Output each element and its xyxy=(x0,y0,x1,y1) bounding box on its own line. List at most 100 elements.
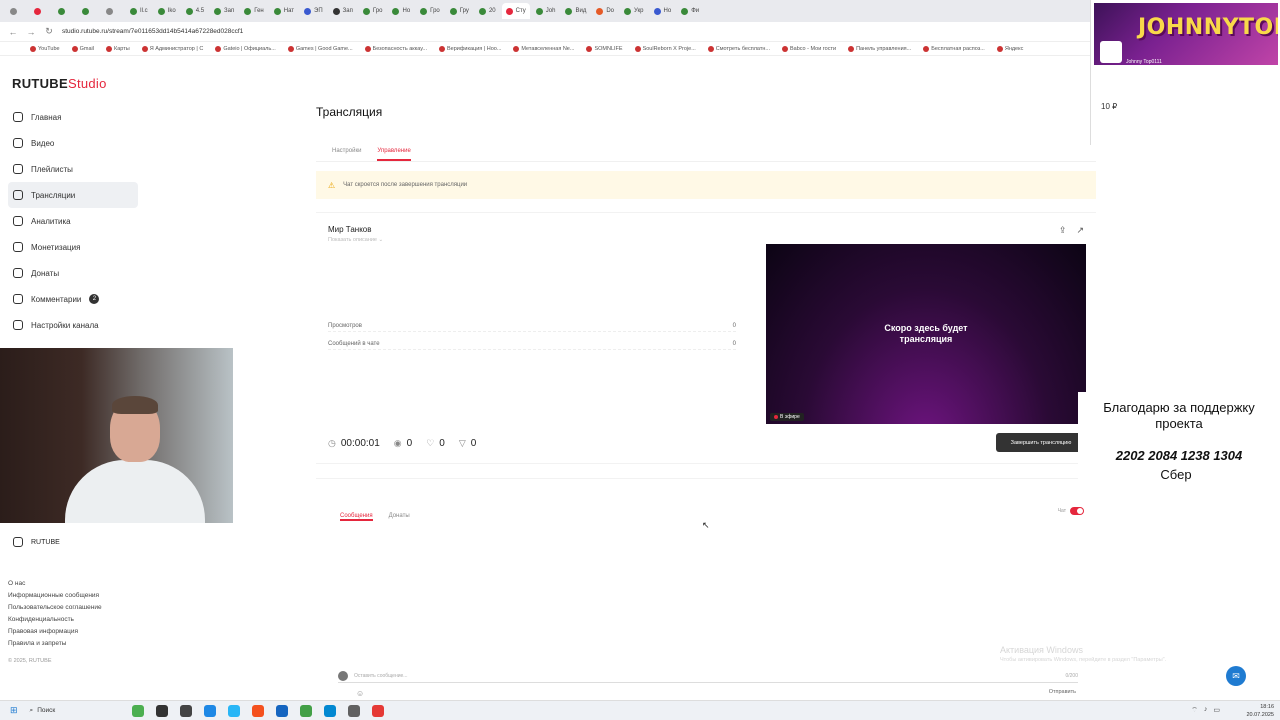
footer-link[interactable]: Информационные сообщения xyxy=(8,590,102,602)
banner-avatar xyxy=(1100,41,1122,63)
rutube-studio-logo[interactable]: RUTUBEStudio xyxy=(12,76,107,91)
share-icon[interactable]: ⇪ xyxy=(1059,225,1067,236)
browser-tab[interactable] xyxy=(54,3,76,19)
show-description-link[interactable]: Показать описание ⌄ xyxy=(328,237,383,243)
sidebar-item[interactable]: Монетизация xyxy=(8,234,138,260)
browser-tab[interactable]: 20 xyxy=(475,3,500,19)
taskbar-app-icon[interactable] xyxy=(227,704,240,717)
taskbar-app-icon[interactable] xyxy=(299,704,312,717)
browser-tab[interactable] xyxy=(6,3,28,19)
volume-icon[interactable]: ♪ xyxy=(1204,706,1208,715)
browser-tab[interactable]: Гру xyxy=(446,3,473,19)
share-actions: ⇪ ↗ xyxy=(1059,225,1084,236)
bookmark-item[interactable]: Безопасность аккау... xyxy=(364,45,427,52)
emoji-icon[interactable]: ☺ xyxy=(356,689,364,698)
windows-start-icon[interactable]: ⊞ xyxy=(10,705,18,716)
browser-tab[interactable] xyxy=(30,3,52,19)
sidebar-item[interactable]: Аналитика xyxy=(8,208,138,234)
browser-tab[interactable] xyxy=(78,3,100,19)
taskbar-app-icon[interactable] xyxy=(131,704,144,717)
bookmark-item[interactable]: Яндекс xyxy=(996,45,1023,52)
network-icon[interactable]: ⌔ xyxy=(1191,706,1198,715)
browser-tab[interactable]: Il.c xyxy=(126,3,152,19)
footer-link[interactable]: Правовая информация xyxy=(8,626,102,638)
sidebar-item[interactable]: Главная xyxy=(8,104,138,130)
footer-link[interactable]: Правила и запреты xyxy=(8,638,102,650)
bookmark-item[interactable]: SOMNLIFE xyxy=(586,45,623,52)
bookmark-item[interactable]: Gmail xyxy=(71,45,94,52)
stream-tab[interactable]: Управление xyxy=(377,142,411,161)
bookmark-item[interactable]: Я Администратор | С xyxy=(141,45,203,52)
chat-input[interactable]: Оставить сообщение... xyxy=(354,673,407,679)
browser-tab[interactable]: Фи xyxy=(677,3,703,19)
taskbar-search[interactable]: ⌕ Поиск xyxy=(30,707,120,715)
bookmark-item[interactable]: Верификация | Hoo... xyxy=(439,45,501,52)
bookmark-item[interactable]: Games | Good Game... xyxy=(287,45,353,52)
rutube-link[interactable]: RUTUBE xyxy=(13,537,60,547)
back-icon[interactable]: ← xyxy=(8,27,18,37)
taskbar-app-icon[interactable] xyxy=(251,704,264,717)
forward-icon[interactable]: → xyxy=(26,27,36,37)
browser-tab[interactable]: 4.5 xyxy=(182,3,208,19)
help-chat-button[interactable]: ✉ xyxy=(1226,666,1246,686)
sidebar-item[interactable]: Настройки канала xyxy=(8,312,138,338)
bookmark-item[interactable]: Карты xyxy=(106,45,130,52)
bookmark-item[interactable]: Бесплатная распоз... xyxy=(923,45,985,52)
browser-tab[interactable]: Зап xyxy=(329,3,357,19)
browser-tab[interactable]: ЭП xyxy=(300,3,327,19)
stream-tab[interactable]: Настройки xyxy=(332,142,361,161)
sidebar-item[interactable]: Видео xyxy=(8,130,138,156)
sidebar-item[interactable]: Комментарии 2 xyxy=(8,286,138,312)
browser-tab[interactable]: Вид xyxy=(561,3,590,19)
chat-tab[interactable]: Сообщения xyxy=(340,507,373,521)
sidebar-item[interactable]: Трансляции xyxy=(8,182,138,208)
browser-tab[interactable]: Joh xyxy=(532,3,560,19)
chat-switch[interactable] xyxy=(1070,507,1084,515)
browser-tab[interactable]: Do xyxy=(592,3,618,19)
chat-tab[interactable]: Донаты xyxy=(389,507,410,521)
browser-tab[interactable]: Зап xyxy=(210,3,238,19)
sidebar-item-label: Донаты xyxy=(31,268,60,278)
bookmark-item[interactable]: Babco - Мои гости xyxy=(782,45,836,52)
open-external-icon[interactable]: ↗ xyxy=(1076,225,1084,236)
bookmark-item[interactable]: YouTube xyxy=(30,45,60,52)
taskbar-app-icon[interactable] xyxy=(203,704,216,717)
browser-tab[interactable]: Ген xyxy=(240,3,268,19)
browser-tab[interactable]: Нат xyxy=(270,3,298,19)
card-number: 2202 2084 1238 1304 xyxy=(1115,448,1243,463)
browser-tab[interactable]: Укр xyxy=(620,3,648,19)
tab-favicon-icon xyxy=(82,7,89,15)
battery-icon[interactable]: ▭ xyxy=(1213,706,1220,715)
bookmark-item[interactable]: Смотреть бесплатн... xyxy=(707,45,770,52)
reload-icon[interactable]: ↻ xyxy=(44,26,54,37)
sidebar-item[interactable]: Донаты xyxy=(8,260,138,286)
tab-favicon-icon xyxy=(362,7,370,15)
bookmark-item[interactable]: Метавселенная Ne... xyxy=(513,45,574,52)
stream-preview[interactable]: Скоро здесь будет трансляция В эфире xyxy=(766,244,1086,424)
bookmark-item[interactable]: SoulReborn X Proje... xyxy=(634,45,696,52)
footer-link[interactable]: Пользовательское соглашение xyxy=(8,602,102,614)
browser-tab[interactable]: Гро xyxy=(416,3,444,19)
browser-tab[interactable] xyxy=(102,3,124,19)
taskbar-app-icon[interactable] xyxy=(275,704,288,717)
taskbar-app-icon[interactable] xyxy=(155,704,168,717)
browser-tab[interactable]: Ho xyxy=(650,3,676,19)
send-button[interactable]: Отправить xyxy=(1049,689,1076,695)
taskbar-app-icon[interactable] xyxy=(323,704,336,717)
chat-toggle[interactable]: Чат xyxy=(1058,507,1084,515)
footer-link[interactable]: Конфиденциальность xyxy=(8,614,102,626)
bookmark-item[interactable]: Панель управления... xyxy=(848,45,911,52)
taskbar-app-icon[interactable] xyxy=(347,704,360,717)
footer-link[interactable]: О нас xyxy=(8,578,102,590)
browser-tab[interactable]: Но xyxy=(388,3,414,19)
taskbar-app-icon[interactable] xyxy=(371,704,384,717)
address-input[interactable]: studio.rutube.ru/stream/7e011653dd14b541… xyxy=(62,28,1090,35)
clock[interactable]: 18:16 20.07.2025 xyxy=(1246,703,1274,719)
bookmark-item[interactable]: Gateio | Официаль... xyxy=(215,45,276,52)
end-stream-button[interactable]: Завершить трансляцию xyxy=(996,433,1086,452)
sidebar-item[interactable]: Плейлисты xyxy=(8,156,138,182)
browser-tab[interactable]: Сту xyxy=(501,3,530,19)
browser-tab[interactable]: Iko xyxy=(154,3,180,19)
taskbar-app-icon[interactable] xyxy=(179,704,192,717)
browser-tab[interactable]: Гро xyxy=(359,3,387,19)
